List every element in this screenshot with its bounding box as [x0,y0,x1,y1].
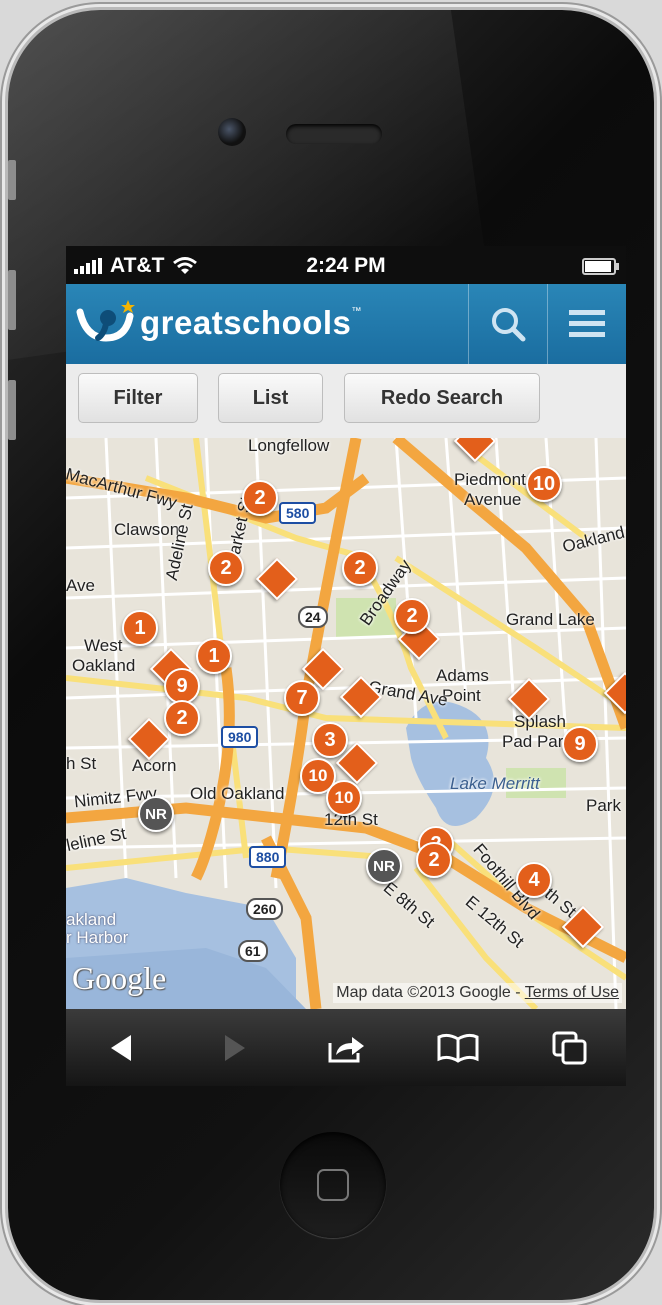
school-rating-pin[interactable]: 1 [122,610,158,646]
trademark: ™ [351,306,362,317]
menu-button[interactable] [547,284,626,364]
school-rating-pin[interactable]: 9 [562,726,598,762]
home-square-icon [317,1169,349,1201]
app-header: greatschools ™ [66,284,626,364]
school-rating-pin[interactable]: 2 [242,480,278,516]
school-rating-pin[interactable]: 2 [394,598,430,634]
status-bar: AT&T 2:24 PM [66,246,626,284]
list-button[interactable]: List [218,373,323,423]
map-label: h St [66,754,97,773]
school-unrated-pin[interactable]: NR [366,848,402,884]
search-icon [492,308,526,342]
front-camera [218,118,246,146]
book-icon [437,1033,479,1063]
map-label: Oakland [72,656,136,675]
school-rating-pin[interactable]: 3 [312,722,348,758]
school-rating-pin[interactable]: 10 [526,466,562,502]
map-label: Lake Merritt [450,774,540,793]
interstate-980-shield: 980 [221,726,259,748]
interstate-880-shield: 880 [249,846,287,868]
school-rating-pin[interactable]: 4 [516,862,552,898]
google-logo: Google [72,960,167,996]
attribution-text: Map data ©2013 Google - [336,984,525,1001]
map-label: Park [586,796,621,815]
redo-search-button[interactable]: Redo Search [344,373,540,423]
map-attribution: Map data ©2013 Google - Terms of Use [333,983,622,1003]
forward-button[interactable] [178,1009,290,1086]
route-61-shield: 61 [238,940,268,962]
map-label: Old Oakland [190,784,285,803]
home-button[interactable] [280,1132,386,1238]
school-rating-pin[interactable]: 2 [164,700,200,736]
status-time: 2:24 PM [306,254,386,277]
school-rating-pin[interactable]: 1 [196,638,232,674]
browser-toolbar [66,1009,626,1086]
earpiece-speaker [286,124,382,144]
terms-of-use-link[interactable]: Terms of Use [525,984,619,1001]
map-view[interactable]: 580 24 980 880 260 61 Longfellow MacArth… [66,438,626,1009]
logo-mark-icon [76,298,138,348]
map-label: akland [66,910,117,929]
map-label: Avenue [464,490,522,509]
share-button[interactable] [290,1009,402,1086]
route-260-shield: 260 [246,898,284,920]
tabs-icon [552,1031,587,1064]
map-label: Ave [66,576,95,595]
back-arrow-icon [111,1034,131,1061]
hamburger-icon [569,310,605,337]
greatschools-logo[interactable]: greatschools ™ [76,298,361,348]
brand-part1: great [140,304,224,341]
brand-part2: schools [223,304,352,341]
interstate-580-shield: 580 [279,502,317,524]
back-button[interactable] [66,1009,178,1086]
map-label: Adams [436,666,489,685]
route-24-shield: 24 [298,606,328,628]
share-icon [328,1036,364,1062]
map-label: Splash [514,712,566,731]
school-rating-pin[interactable]: 7 [284,680,320,716]
school-rating-pin[interactable]: 2 [416,842,452,878]
school-unrated-pin[interactable]: NR [138,796,174,832]
volume-down-button [8,380,16,440]
school-rating-pin[interactable]: 2 [208,550,244,586]
map-label: Acorn [132,756,177,775]
battery-icon [582,258,619,275]
school-rating-pin[interactable]: 9 [164,668,200,704]
map-label: West [84,636,123,655]
forward-arrow-icon [225,1034,245,1061]
map-label: Longfellow [248,438,330,455]
map-label: Grand Lake [506,610,595,629]
iphone-frame: AT&T 2:24 PM greatschools ™ Filter List … [8,10,654,1300]
search-button[interactable] [468,284,547,364]
map-toolbar: Filter List Redo Search [66,364,626,439]
map-label: Piedmont [454,470,526,489]
bookmarks-button[interactable] [402,1009,514,1086]
school-rating-pin[interactable]: 2 [342,550,378,586]
filter-button[interactable]: Filter [78,373,198,423]
school-rating-pin[interactable]: 10 [326,780,362,816]
map-label: Clawson [114,520,180,539]
tabs-button[interactable] [514,1009,626,1086]
phone-screen: AT&T 2:24 PM greatschools ™ Filter List … [66,246,626,1086]
volume-up-button [8,270,16,330]
mute-switch [8,160,16,200]
map-label: r Harbor [66,928,129,947]
